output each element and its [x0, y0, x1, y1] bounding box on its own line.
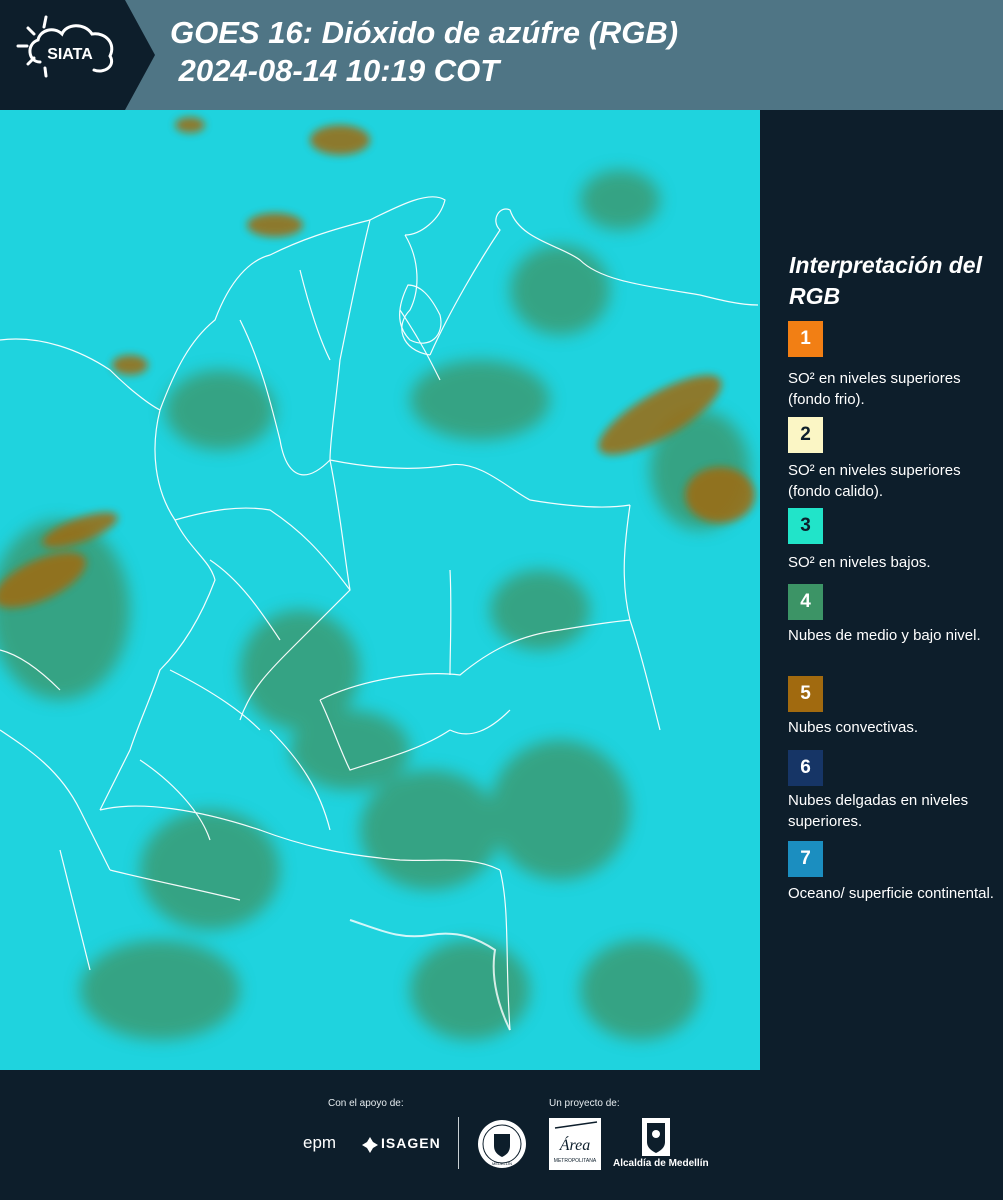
satellite-map[interactable] — [0, 110, 760, 1070]
isagen-logo: ISAGEN — [381, 1135, 441, 1151]
legend-swatch-4: 4 — [788, 584, 823, 620]
legend-text-5: Nubes convectivas. — [788, 719, 919, 736]
legend-swatch-1: 1 — [788, 321, 823, 357]
legend-swatch-5: 5 — [788, 676, 823, 712]
title-line-1: GOES 16: Dióxido de azúfre (RGB) — [170, 15, 679, 50]
legend-panel: Interpretación del RGB 1 SO² en niveles … — [762, 110, 1003, 1070]
epm-logo: epm — [303, 1133, 337, 1152]
legend-swatch-7: 7 — [788, 841, 823, 877]
logo-text: SIATA — [47, 46, 93, 63]
footer-divider — [458, 1117, 459, 1169]
legend-text-2: SO² en niveles superiores (fondo calido)… — [788, 462, 961, 500]
project-label: Un proyecto de: — [549, 1098, 620, 1109]
isagen-icon — [361, 1136, 379, 1159]
legend-text-4: Nubes de medio y bajo nivel. — [788, 627, 981, 644]
legend-text-7: Oceano/ superficie continental. — [788, 885, 994, 902]
siata-logo: SIATA — [0, 0, 155, 110]
area-metropolitana-logo: Área METROPOLITANA — [549, 1118, 601, 1175]
footer: Con el apoyo de: Un proyecto de: epm ISA… — [0, 1070, 1003, 1200]
legend-swatch-6: 6 — [788, 750, 823, 786]
legend-title: Interpretación del RGB — [789, 252, 982, 309]
title-line-2: 2024-08-14 10:19 COT — [170, 53, 500, 88]
medellin-seal-icon: MEDELLÍN — [476, 1118, 528, 1175]
page-title: GOES 16: Dióxido de azúfre (RGB) 2024-08… — [170, 14, 678, 90]
legend-text-6: Nubes delgadas en niveles superiores. — [788, 792, 969, 830]
legend-text-3: SO² en niveles bajos. — [788, 554, 931, 571]
area-subtext: METROPOLITANA — [554, 1158, 597, 1164]
alcaldia-emblem-icon — [642, 1118, 670, 1161]
area-text: Área — [559, 1135, 591, 1154]
header-bar: SIATA GOES 16: Dióxido de azúfre (RGB) 2… — [0, 0, 1003, 110]
seal-text: MEDELLÍN — [492, 1161, 512, 1166]
alcaldia-label: Alcaldía de Medellín — [613, 1158, 709, 1169]
support-label: Con el apoyo de: — [328, 1098, 404, 1109]
legend-swatch-3: 3 — [788, 508, 823, 544]
legend-swatch-2: 2 — [788, 417, 823, 453]
legend-text-1: SO² en niveles superiores (fondo frio). — [788, 370, 961, 408]
